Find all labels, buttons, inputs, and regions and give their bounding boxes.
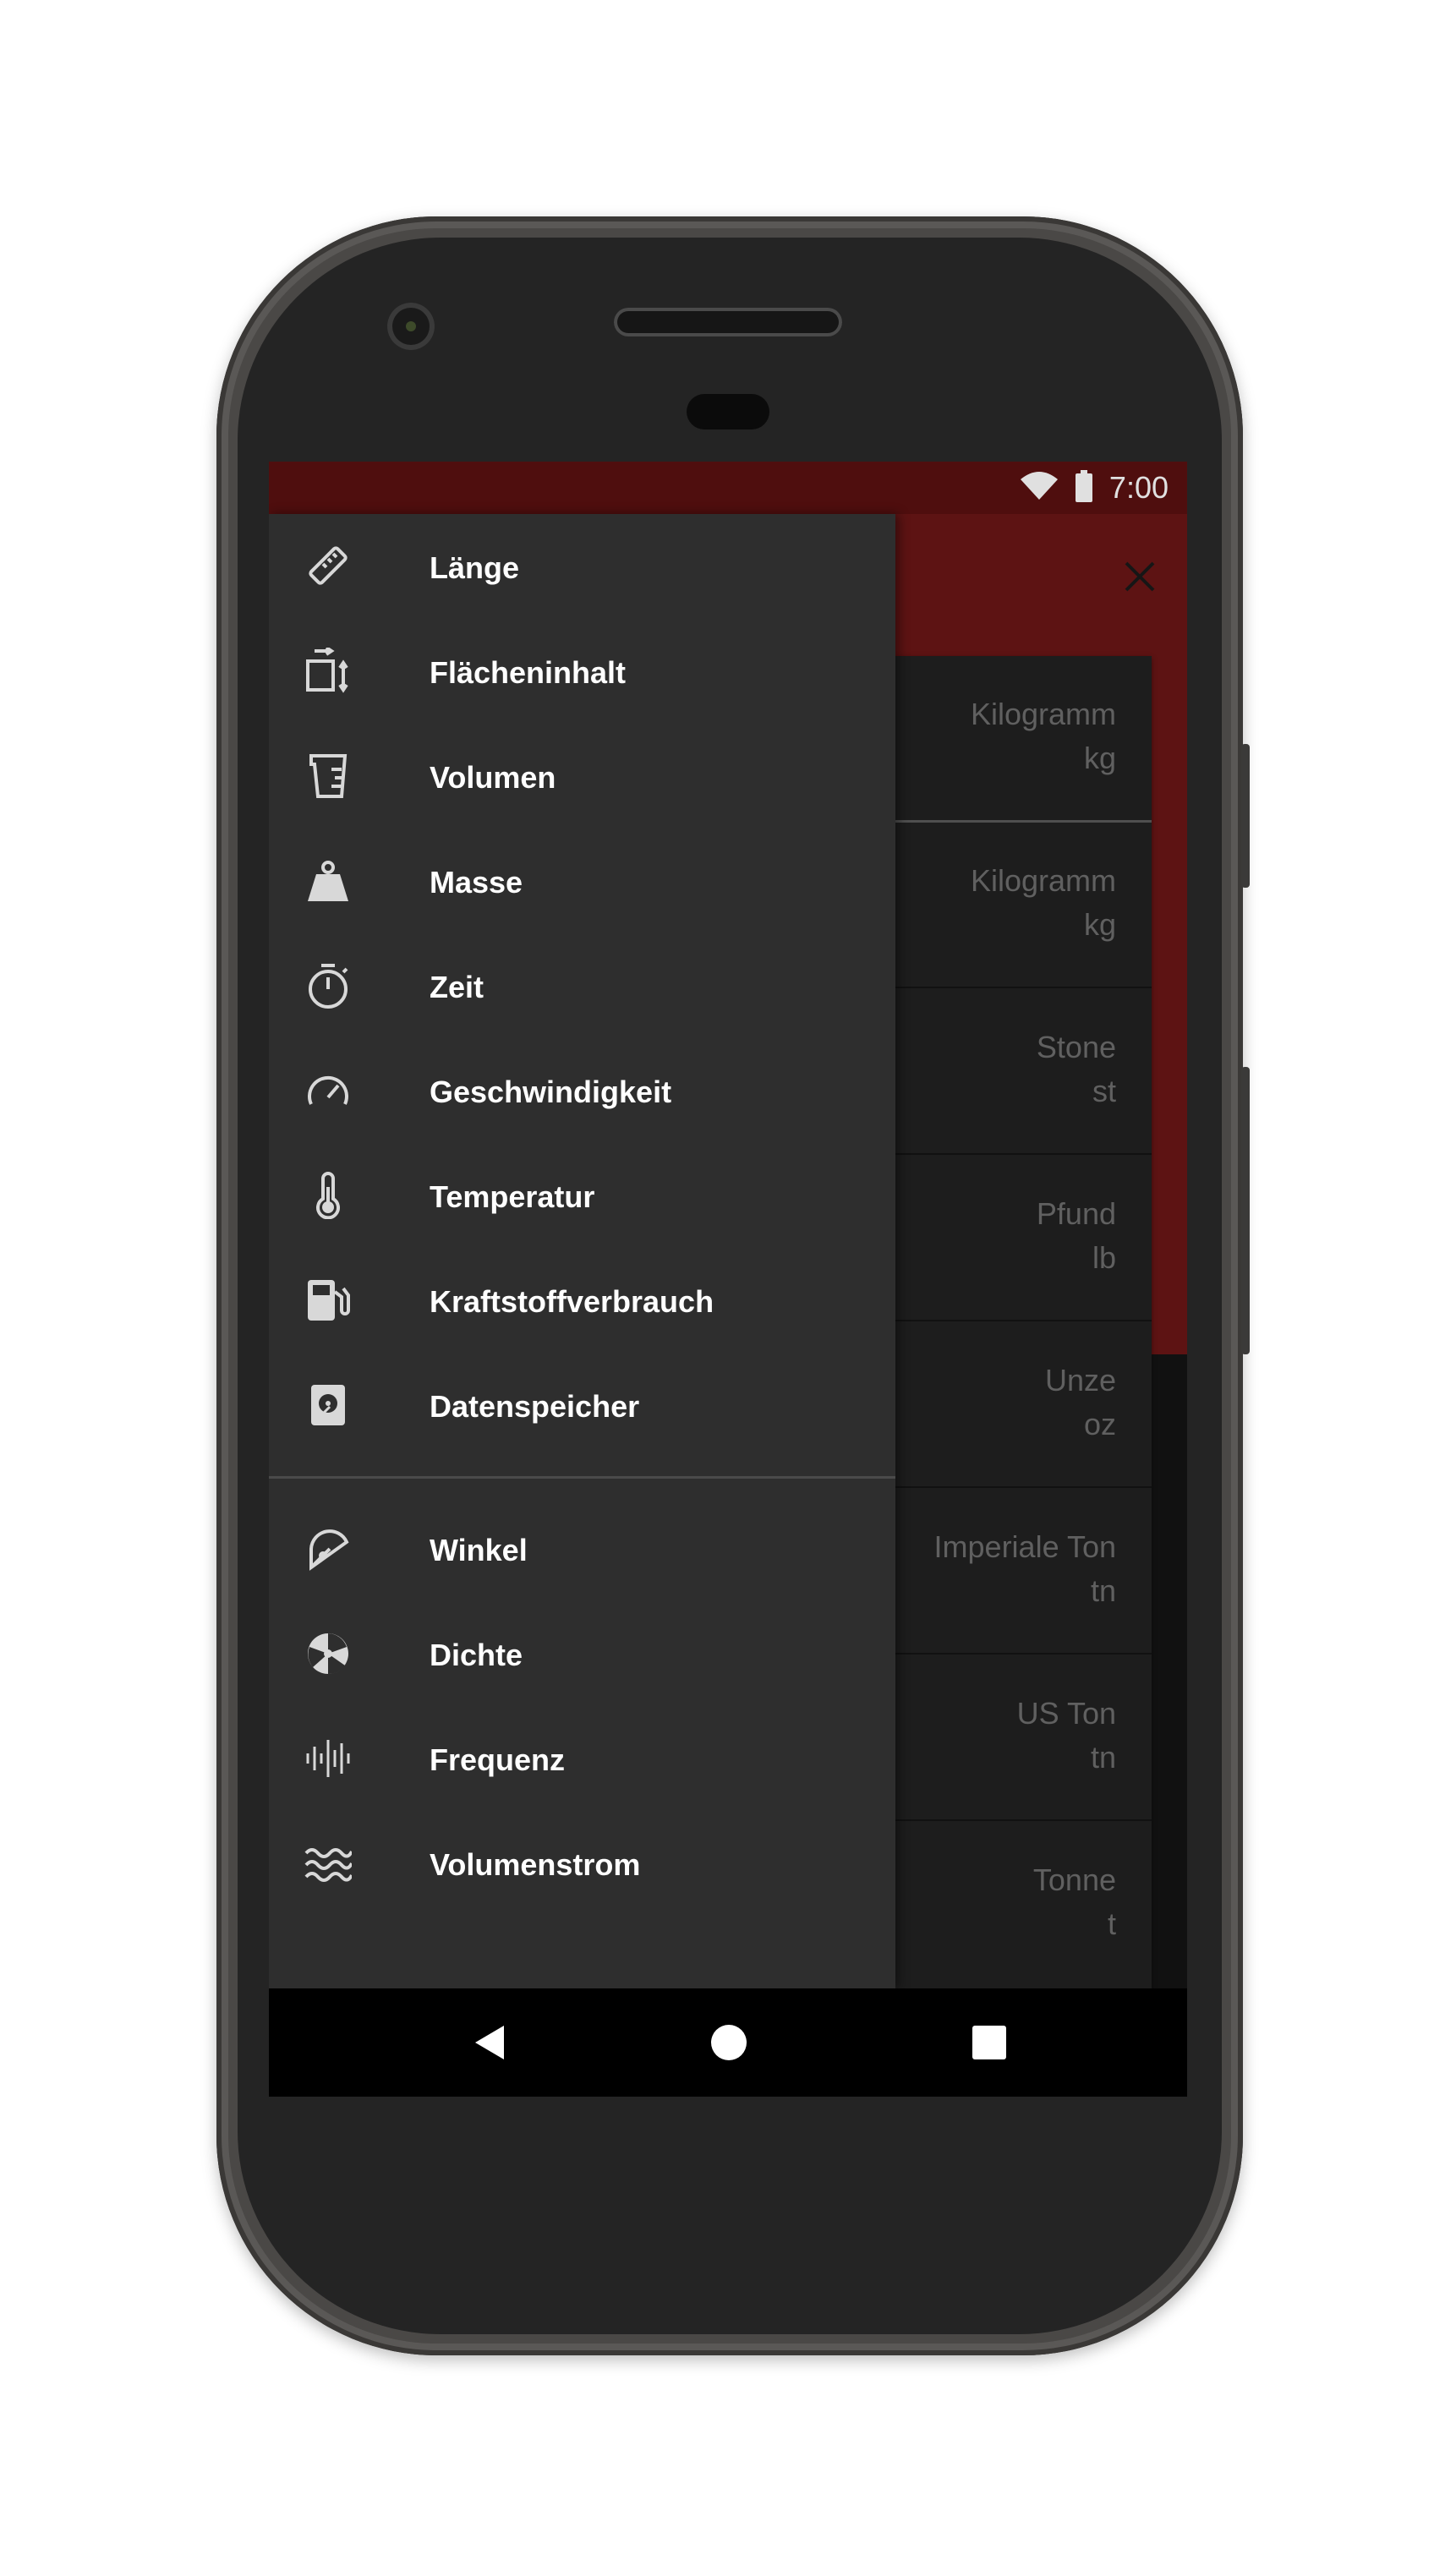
nav-item-label: Zeit: [430, 970, 484, 1004]
nav-item-volumen[interactable]: Volumen: [269, 724, 895, 829]
volume-button: [1241, 1067, 1250, 1354]
drawer-divider: [269, 1476, 895, 1479]
nav-item-label: Länge: [430, 550, 520, 585]
front-camera: [387, 303, 435, 350]
nav-item-masse[interactable]: Masse: [269, 829, 895, 933]
nav-item-label: Dichte: [430, 1638, 523, 1672]
nav-item-volumenstrom[interactable]: Volumenstrom: [269, 1811, 895, 1916]
nav-item-winkel[interactable]: Winkel: [269, 1496, 895, 1601]
speedometer-icon: [304, 1067, 352, 1114]
protractor-icon: [304, 1525, 352, 1572]
home-icon: [711, 2025, 747, 2060]
proximity-sensor: [687, 394, 769, 429]
nav-item-flaecheninhalt[interactable]: Flächeninhalt: [269, 619, 895, 724]
nav-item-label: Flächeninhalt: [430, 655, 627, 690]
nav-item-label: Masse: [430, 865, 523, 900]
home-button[interactable]: [700, 2014, 758, 2071]
nav-item-zeit[interactable]: Zeit: [269, 933, 895, 1038]
recents-button[interactable]: [961, 2014, 1018, 2071]
navigation-drawer: Länge Flächeninhalt Volumen Masse Zeit G…: [269, 514, 895, 1988]
nav-item-label: Winkel: [430, 1533, 528, 1567]
waveform-icon: [304, 1735, 352, 1782]
fuel-pump-icon: [304, 1277, 352, 1324]
hard-drive-icon: [304, 1381, 352, 1429]
nav-item-geschwindigkeit[interactable]: Geschwindigkeit: [269, 1038, 895, 1143]
nav-item-label: Temperatur: [430, 1179, 595, 1214]
nav-item-label: Volumenstrom: [430, 1847, 641, 1882]
ruler-icon: [304, 543, 352, 590]
back-icon: [475, 2026, 504, 2059]
recents-icon: [972, 2026, 1006, 2059]
nav-item-temperatur[interactable]: Temperatur: [269, 1143, 895, 1248]
system-navigation-bar: [269, 1988, 1187, 2097]
stopwatch-icon: [304, 962, 352, 1009]
thermometer-icon: [304, 1172, 352, 1219]
nav-item-label: Geschwindigkeit: [430, 1075, 672, 1109]
waves-icon: [304, 1840, 352, 1887]
nav-item-label: Volumen: [430, 760, 556, 795]
weight-icon: [304, 857, 352, 905]
screen: 7:00 Kilogramm kg Kilogramm kg Stone st …: [269, 462, 1187, 2097]
nav-item-frequenz[interactable]: Frequenz: [269, 1706, 895, 1811]
power-button: [1241, 744, 1250, 888]
measuring-cup-icon: [304, 752, 352, 800]
nav-item-label: Kraftstoffverbrauch: [430, 1284, 714, 1319]
back-button[interactable]: [460, 2014, 517, 2071]
nav-item-datenspeicher[interactable]: Datenspeicher: [269, 1353, 895, 1458]
nav-item-dichte[interactable]: Dichte: [269, 1601, 895, 1706]
nav-item-label: Frequenz: [430, 1742, 566, 1777]
nav-item-label: Datenspeicher: [430, 1389, 640, 1424]
earpiece-speaker: [614, 308, 842, 336]
area-icon: [304, 648, 352, 695]
nav-item-kraftstoffverbrauch[interactable]: Kraftstoffverbrauch: [269, 1248, 895, 1353]
density-icon: [304, 1630, 352, 1677]
nav-item-laenge[interactable]: Länge: [269, 514, 895, 619]
